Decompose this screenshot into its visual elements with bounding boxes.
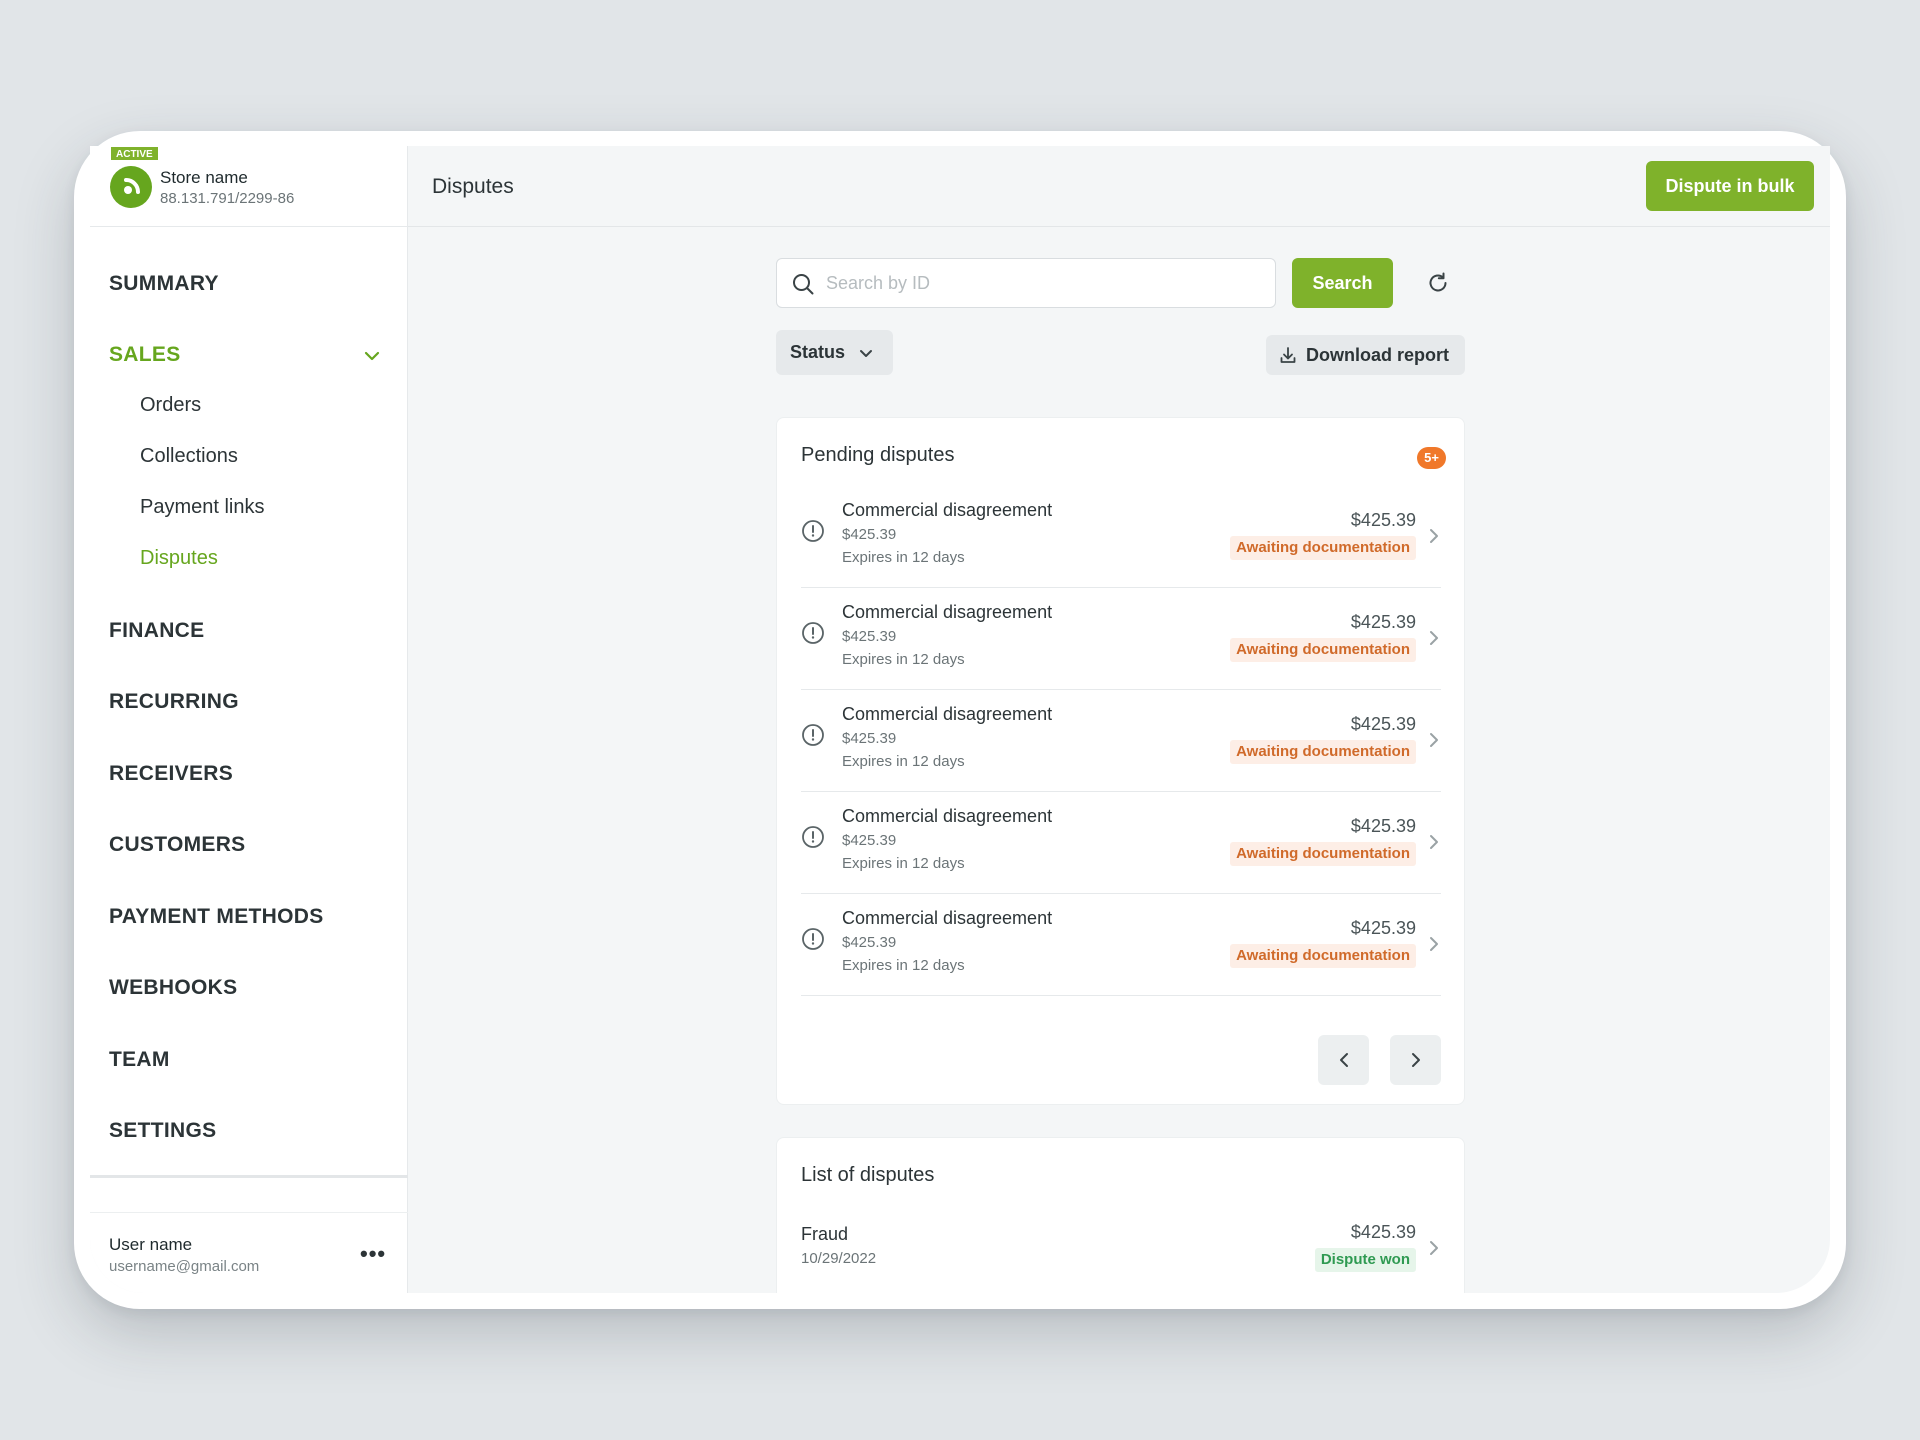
- status-badge: Awaiting documentation: [1230, 638, 1416, 662]
- dispute-list-row[interactable]: Fraud 10/29/2022 $425.39 Dispute won: [801, 1216, 1441, 1293]
- chevron-right-icon: [1427, 628, 1441, 653]
- status-filter-dropdown[interactable]: Status: [776, 330, 893, 375]
- dispute-expiry: Expires in 12 days: [842, 549, 965, 566]
- chevron-down-icon[interactable]: [362, 346, 382, 371]
- search-button[interactable]: Search: [1292, 258, 1393, 308]
- alert-circle-icon: [801, 825, 825, 854]
- user-email: username@gmail.com: [109, 1258, 260, 1275]
- chevron-right-icon: [1427, 832, 1441, 857]
- pending-dispute-row[interactable]: Commercial disagreement $425.39 Expires …: [801, 588, 1441, 690]
- status-badge: Awaiting documentation: [1230, 842, 1416, 866]
- alert-circle-icon: [801, 621, 825, 650]
- sidebar: ACTIVE Store name 88.131.791/2299-86 SUM…: [90, 146, 408, 1293]
- chevron-down-icon: [860, 349, 873, 357]
- store-name: Store name: [160, 168, 248, 187]
- search-field[interactable]: [776, 258, 1276, 308]
- search-icon: [791, 272, 815, 301]
- top-bar: Disputes Dispute in bulk: [408, 146, 1830, 227]
- nav-team[interactable]: TEAM: [109, 1048, 170, 1072]
- chevron-right-icon: [1427, 1238, 1441, 1263]
- nav-summary[interactable]: SUMMARY: [109, 272, 219, 296]
- store-id: 88.131.791/2299-86: [160, 190, 295, 207]
- status-filter-label: Status: [790, 342, 846, 362]
- store-status-tag: ACTIVE: [110, 146, 159, 161]
- download-report-button[interactable]: Download report: [1266, 335, 1465, 375]
- nav-recurring[interactable]: RECURRING: [109, 690, 239, 714]
- pending-dispute-row[interactable]: Commercial disagreement $425.39 Expires …: [801, 894, 1441, 996]
- dispute-date: 10/29/2022: [801, 1250, 877, 1267]
- dispute-reason: Commercial disagreement: [842, 602, 1053, 622]
- status-badge: Dispute won: [1314, 1248, 1416, 1272]
- chevron-right-icon: [1427, 526, 1441, 551]
- dispute-amount: $425.39: [1350, 918, 1416, 938]
- nav-settings[interactable]: SETTINGS: [109, 1119, 216, 1143]
- chevron-left-icon: [1339, 1053, 1348, 1067]
- dispute-value: $425.39: [842, 526, 897, 543]
- pending-dispute-row[interactable]: Commercial disagreement $425.39 Expires …: [801, 486, 1441, 588]
- status-badge: Awaiting documentation: [1230, 536, 1416, 560]
- next-page-button[interactable]: [1390, 1035, 1441, 1085]
- download-report-label: Download report: [1306, 344, 1449, 365]
- dispute-value: $425.39: [842, 934, 897, 951]
- more-options-icon[interactable]: •••: [360, 1241, 386, 1267]
- dispute-reason: Commercial disagreement: [842, 908, 1053, 928]
- app-screen: ACTIVE Store name 88.131.791/2299-86 SUM…: [90, 146, 1830, 1293]
- alert-circle-icon: [801, 927, 825, 956]
- download-icon: [1280, 347, 1296, 363]
- dispute-expiry: Expires in 12 days: [842, 957, 965, 974]
- dispute-expiry: Expires in 12 days: [842, 855, 965, 872]
- dispute-amount: $425.39: [1350, 612, 1416, 632]
- nav-finance[interactable]: FINANCE: [109, 619, 204, 643]
- alert-circle-icon: [801, 723, 825, 752]
- user-profile: User name username@gmail.com •••: [90, 1212, 408, 1293]
- dispute-amount: $425.39: [1350, 816, 1416, 836]
- dispute-in-bulk-button[interactable]: Dispute in bulk: [1646, 161, 1814, 211]
- store-logo-icon: [110, 166, 152, 208]
- pending-disputes-title: Pending disputes: [801, 444, 955, 466]
- nav-payment-links[interactable]: Payment links: [140, 496, 265, 519]
- pending-dispute-row[interactable]: Commercial disagreement $425.39 Expires …: [801, 690, 1441, 792]
- dispute-amount: $425.39: [1350, 1222, 1416, 1242]
- nav-sales[interactable]: SALES: [109, 343, 181, 367]
- search-input[interactable]: [826, 259, 1256, 307]
- nav-disputes[interactable]: Disputes: [140, 547, 218, 570]
- dispute-reason: Fraud: [801, 1224, 849, 1244]
- dispute-reason: Commercial disagreement: [842, 500, 1053, 520]
- pending-disputes-card: Pending disputes 5+ Commercial disagreem…: [776, 417, 1465, 1105]
- pending-dispute-row[interactable]: Commercial disagreement $425.39 Expires …: [801, 792, 1441, 894]
- nav-payment-methods[interactable]: PAYMENT METHODS: [109, 905, 324, 929]
- chevron-right-icon: [1411, 1053, 1420, 1067]
- dispute-reason: Commercial disagreement: [842, 704, 1053, 724]
- nav-collections[interactable]: Collections: [140, 445, 238, 468]
- nav-webhooks[interactable]: WEBHOOKS: [109, 976, 237, 1000]
- dispute-amount: $425.39: [1350, 510, 1416, 530]
- alert-circle-icon: [801, 519, 825, 548]
- dispute-amount: $425.39: [1350, 714, 1416, 734]
- status-badge: Awaiting documentation: [1230, 944, 1416, 968]
- dispute-list-card: List of disputes Fraud 10/29/2022 $425.3…: [776, 1137, 1465, 1293]
- dispute-list-title: List of disputes: [801, 1164, 935, 1186]
- dispute-value: $425.39: [842, 832, 897, 849]
- sidebar-divider: [90, 1175, 408, 1178]
- store-switcher[interactable]: ACTIVE Store name 88.131.791/2299-86: [90, 146, 408, 227]
- nav-orders[interactable]: Orders: [140, 394, 201, 417]
- chevron-right-icon: [1427, 730, 1441, 755]
- pending-count-badge: 5+: [1417, 447, 1446, 469]
- user-name: User name: [109, 1235, 193, 1254]
- nav-customers[interactable]: CUSTOMERS: [109, 833, 246, 857]
- refresh-icon[interactable]: [1425, 270, 1451, 301]
- dispute-expiry: Expires in 12 days: [842, 651, 965, 668]
- nav-receivers[interactable]: RECEIVERS: [109, 762, 233, 786]
- dispute-expiry: Expires in 12 days: [842, 753, 965, 770]
- dispute-value: $425.39: [842, 628, 897, 645]
- dispute-value: $425.39: [842, 730, 897, 747]
- page-title: Disputes: [432, 175, 514, 198]
- chevron-right-icon: [1427, 934, 1441, 959]
- previous-page-button[interactable]: [1318, 1035, 1369, 1085]
- dispute-reason: Commercial disagreement: [842, 806, 1053, 826]
- status-badge: Awaiting documentation: [1230, 740, 1416, 764]
